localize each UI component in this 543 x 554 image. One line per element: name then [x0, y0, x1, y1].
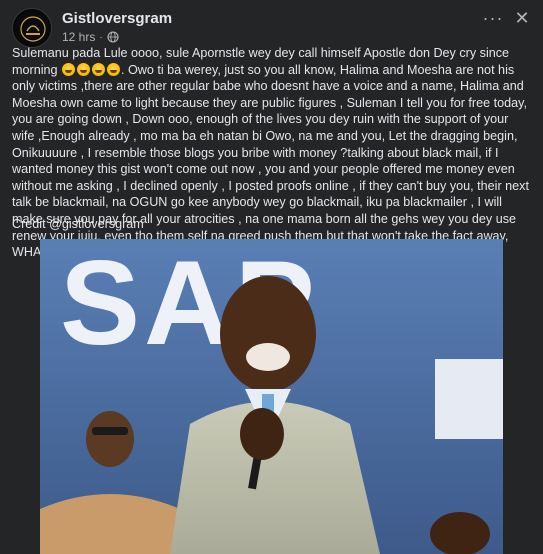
globe-icon[interactable]: [107, 31, 119, 43]
video-frame: SAP: [40, 239, 503, 554]
post-author-name[interactable]: Gistloversgram: [62, 10, 172, 27]
close-icon[interactable]: ✕: [513, 9, 531, 28]
laughing-crying-emoji-icon: [107, 62, 120, 76]
laughing-crying-emoji-icon: [62, 62, 75, 76]
more-options-icon[interactable]: ···: [481, 9, 505, 28]
post-credit: Credit @gistloversgram: [12, 217, 144, 231]
post-timestamp[interactable]: 12 hrs: [62, 30, 95, 44]
facebook-post: Gistloversgram 12 hrs · ··· ✕ Sulemanu p…: [0, 0, 543, 554]
post-video[interactable]: SAP: [40, 239, 503, 554]
meta-separator: ·: [99, 31, 103, 43]
post-meta: 12 hrs ·: [62, 30, 119, 44]
laughing-crying-emoji-icon: [92, 62, 105, 76]
laughing-crying-emoji-icon: [77, 62, 90, 76]
post-header: Gistloversgram 12 hrs · ··· ✕: [12, 8, 531, 48]
page-avatar-icon[interactable]: [12, 8, 52, 48]
